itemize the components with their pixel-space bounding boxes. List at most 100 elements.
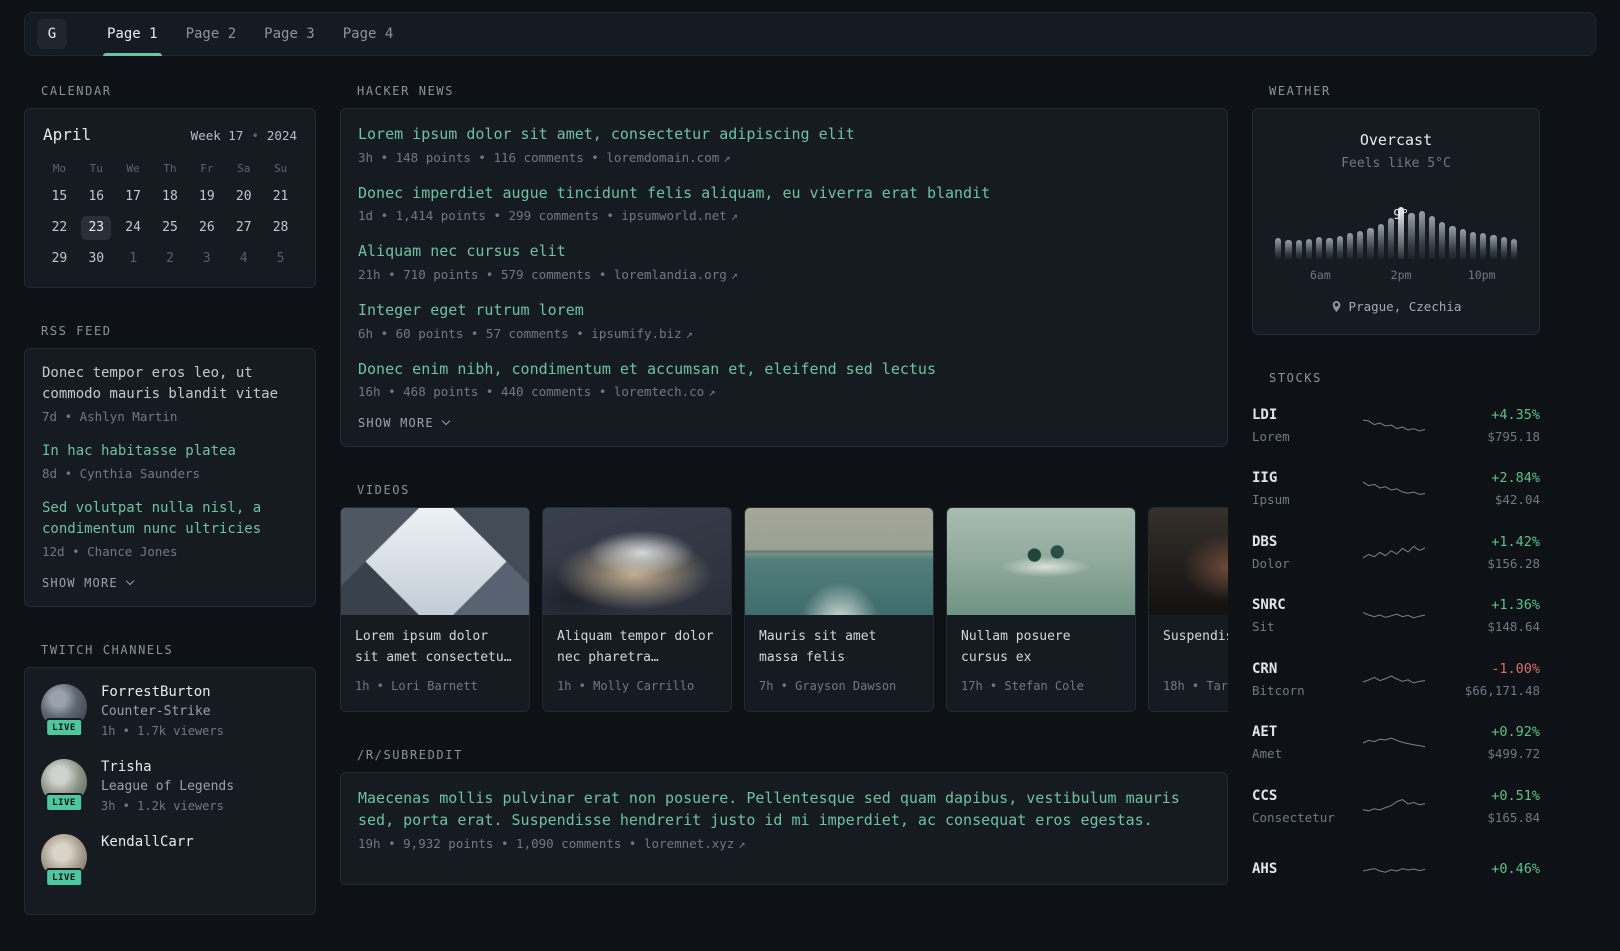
stock-sparkline bbox=[1362, 612, 1426, 619]
twitch-channel[interactable]: LIVE ForrestBurton Counter-Strike 1h • 1… bbox=[41, 684, 299, 741]
stock-row[interactable]: CCS Consectetur +0.51% $165.84 bbox=[1252, 776, 1540, 840]
subreddit-post-meta: 19h • 9,932 points • 1,090 comments • lo… bbox=[358, 834, 1210, 854]
rss-card: Donec tempor eros leo, ut commodo mauris… bbox=[24, 348, 316, 607]
video-thumbnail[interactable] bbox=[1149, 508, 1228, 616]
show-more-button[interactable]: SHOW MORE bbox=[42, 576, 135, 590]
stock-row[interactable]: IIG Ipsum +2.84% $42.04 bbox=[1252, 459, 1540, 523]
video-meta: 1h • Lori Barnett bbox=[355, 679, 478, 694]
page-tab[interactable]: Page 1 bbox=[93, 13, 172, 56]
right-column: WEATHER Overcast Feels like 5°C 9° 6am 2p… bbox=[1252, 84, 1540, 939]
weather-bar bbox=[1418, 210, 1425, 259]
weather-bar bbox=[1449, 226, 1456, 259]
stock-symbol: LDI bbox=[1252, 406, 1278, 423]
page-tab[interactable]: Page 4 bbox=[329, 13, 408, 55]
stock-change: +2.84% bbox=[1491, 470, 1540, 487]
video-thumbnail[interactable] bbox=[745, 508, 933, 616]
weather-time-label: 10pm bbox=[1467, 268, 1496, 282]
video-card[interactable]: Suspendisse diam 18h • Tara bbox=[1148, 507, 1228, 712]
video-title[interactable]: Suspendisse diam bbox=[1163, 627, 1228, 667]
stock-change: +1.36% bbox=[1491, 597, 1540, 614]
calendar-day: 15 bbox=[51, 189, 68, 204]
stock-sparkline bbox=[1362, 737, 1426, 748]
page-tab[interactable]: Page 3 bbox=[250, 13, 329, 55]
stock-values: +0.51% $165.84 bbox=[1440, 788, 1540, 828]
hackernews-item-link[interactable]: Donec enim nibh, condimentum et accumsan… bbox=[358, 358, 1210, 381]
channel-name[interactable]: ForrestBurton bbox=[101, 684, 224, 700]
avatar[interactable]: LIVE bbox=[41, 684, 87, 737]
stock-name: Consectetur bbox=[1252, 809, 1335, 825]
hackernews-list: Lorem ipsum dolor sit amet, consectetur … bbox=[358, 123, 1210, 402]
hackernews-item-domain-link[interactable]: loremlandia.org ↗ bbox=[614, 267, 738, 282]
avatar[interactable]: LIVE bbox=[41, 759, 87, 813]
channel-name[interactable]: Trisha bbox=[101, 759, 234, 775]
video-thumbnail[interactable] bbox=[543, 508, 731, 616]
video-card[interactable]: Lorem ipsum dolor sit amet consectetu… 1… bbox=[340, 507, 530, 712]
hackernews-item-domain: loremdomain.com bbox=[606, 149, 720, 165]
live-badge: LIVE bbox=[45, 868, 83, 888]
hackernews-item-domain-link[interactable]: ipsumify.biz ↗ bbox=[591, 326, 693, 341]
app-logo[interactable]: G bbox=[37, 19, 67, 49]
video-card[interactable]: Mauris sit amet massa felis 7h • Grayson… bbox=[744, 507, 934, 712]
video-card[interactable]: Nullam posuere cursus ex 17h • Stefan Co… bbox=[946, 507, 1136, 712]
video-body: Aliquam tempor dolor nec pharetra… 1h • … bbox=[543, 615, 731, 710]
video-meta: 17h • Stefan Cole bbox=[961, 679, 1084, 694]
stock-symbol: CRN bbox=[1252, 660, 1278, 677]
video-meta: 1h • Molly Carrillo bbox=[557, 679, 695, 694]
video-thumbnail[interactable] bbox=[341, 508, 529, 616]
weather-bar bbox=[1500, 236, 1507, 259]
hackernews-item-link[interactable]: Donec imperdiet augue tincidunt felis al… bbox=[358, 182, 1210, 205]
stock-row[interactable]: DBS Dolor +1.42% $156.28 bbox=[1252, 522, 1540, 586]
subreddit-post-link[interactable]: Maecenas mollis pulvinar erat non posuer… bbox=[358, 787, 1210, 832]
video-list: Lorem ipsum dolor sit amet consectetu… 1… bbox=[340, 507, 1228, 712]
stock-values: +1.42% $156.28 bbox=[1440, 534, 1540, 574]
weather-bar bbox=[1326, 237, 1333, 259]
stock-row[interactable]: AHS +0.46% bbox=[1252, 840, 1540, 904]
location-pin-icon bbox=[1332, 301, 1340, 312]
calendar-month: April bbox=[43, 125, 92, 144]
stock-price: $42.04 bbox=[1494, 492, 1540, 508]
hackernews-item-link[interactable]: Lorem ipsum dolor sit amet, consectetur … bbox=[358, 123, 1210, 146]
stock-row[interactable]: LDI Lorem +4.35% $795.18 bbox=[1252, 395, 1540, 459]
page-tab[interactable]: Page 2 bbox=[172, 13, 251, 55]
video-title[interactable]: Nullam posuere cursus ex bbox=[961, 627, 1121, 667]
channel-meta: 3h • 1.2k viewers bbox=[101, 799, 224, 814]
video-title[interactable]: Lorem ipsum dolor sit amet consectetu… bbox=[355, 627, 515, 667]
videos-widget-title: VIDEOS bbox=[357, 483, 410, 498]
subreddit-post-domain-link[interactable]: loremnet.xyz ↗ bbox=[644, 836, 746, 851]
channel-info: Trisha League of Legends 3h • 1.2k viewe… bbox=[101, 759, 234, 816]
video-thumbnail[interactable] bbox=[947, 508, 1135, 616]
hackernews-item-link[interactable]: Integer eget rutrum lorem bbox=[358, 299, 1210, 322]
video-meta: 7h • Grayson Dawson bbox=[759, 679, 897, 694]
stock-row[interactable]: CRN Bitcorn -1.00% $66,171.48 bbox=[1252, 649, 1540, 713]
stock-row[interactable]: AET Amet +0.92% $499.72 bbox=[1252, 713, 1540, 777]
video-title[interactable]: Mauris sit amet massa felis bbox=[759, 627, 919, 667]
stock-price: $795.18 bbox=[1487, 428, 1540, 444]
weather-card: Overcast Feels like 5°C 9° 6am 2pm 10pm Pr… bbox=[1252, 108, 1540, 335]
hackernews-item-link[interactable]: Aliquam nec cursus elit bbox=[358, 240, 1210, 263]
rss-item-link[interactable]: Donec tempor eros leo, ut commodo mauris… bbox=[42, 363, 298, 405]
rss-item-link[interactable]: Sed volutpat nulla nisl, a condimentum n… bbox=[42, 498, 298, 540]
subreddit-list: Maecenas mollis pulvinar erat non posuer… bbox=[358, 787, 1210, 854]
show-more-button[interactable]: SHOW MORE bbox=[358, 416, 451, 430]
channel-name[interactable]: KendallCarr bbox=[101, 834, 194, 850]
stocks-widget-title: STOCKS bbox=[1269, 371, 1322, 385]
hackernews-card: Lorem ipsum dolor sit amet, consectetur … bbox=[340, 108, 1228, 448]
weather-chart-wrap: 9° 6am 2pm 10pm bbox=[1273, 207, 1519, 283]
video-title[interactable]: Aliquam tempor dolor nec pharetra… bbox=[557, 627, 717, 667]
hackernews-item: Integer eget rutrum lorem 6h • 60 points… bbox=[358, 299, 1210, 344]
hackernews-item-domain-link[interactable]: ipsumworld.net ↗ bbox=[621, 208, 738, 223]
hackernews-item-domain-link[interactable]: loremtech.co ↗ bbox=[614, 384, 716, 399]
twitch-channel[interactable]: LIVE KendallCarr bbox=[41, 834, 299, 888]
live-badge: LIVE bbox=[45, 793, 83, 813]
hackernews-item-domain-link[interactable]: loremdomain.com ↗ bbox=[606, 150, 730, 165]
weather-bar bbox=[1346, 233, 1353, 259]
stock-row[interactable]: SNRC Sit +1.36% $148.64 bbox=[1252, 586, 1540, 650]
calendar-day: 30 bbox=[88, 251, 105, 266]
video-card[interactable]: Aliquam tempor dolor nec pharetra… 1h • … bbox=[542, 507, 732, 712]
calendar-weekday: Fr bbox=[200, 162, 214, 175]
separator-dot: • bbox=[251, 128, 259, 143]
twitch-channel[interactable]: LIVE Trisha League of Legends 3h • 1.2k … bbox=[41, 759, 299, 816]
rss-item-link[interactable]: In hac habitasse platea bbox=[42, 441, 298, 462]
avatar[interactable]: LIVE bbox=[41, 834, 87, 888]
hackernews-item: Donec enim nibh, condimentum et accumsan… bbox=[358, 358, 1210, 403]
